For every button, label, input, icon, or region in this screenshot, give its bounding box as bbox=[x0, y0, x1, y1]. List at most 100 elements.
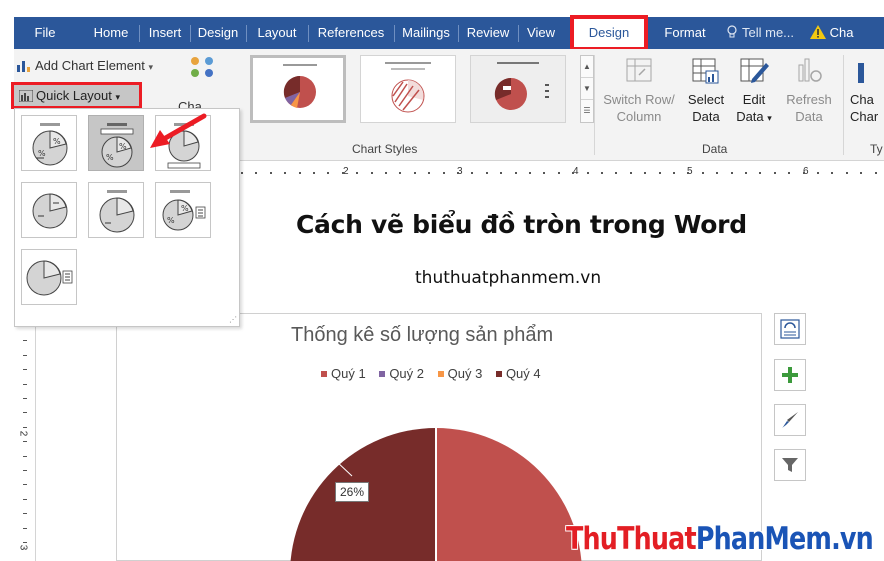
plus-icon bbox=[782, 367, 798, 383]
chart-elements-button[interactable] bbox=[774, 359, 806, 391]
select-data-label-2: Data bbox=[692, 109, 720, 124]
legend-label: Quý 3 bbox=[447, 366, 483, 381]
quick-layout-option-7[interactable] bbox=[21, 249, 77, 305]
ruler-tick bbox=[255, 172, 257, 174]
refresh-data-button[interactable]: Refresh Data bbox=[784, 55, 834, 125]
data-label-q4[interactable]: 26% bbox=[335, 482, 369, 502]
ruler-tick bbox=[313, 172, 315, 174]
pie-slice-q1[interactable] bbox=[436, 428, 582, 561]
ruler-tick bbox=[831, 172, 833, 174]
horizontal-ruler: 2 3 4 5 6 bbox=[236, 162, 884, 184]
gallery-down-icon[interactable]: ▼ bbox=[581, 78, 593, 100]
quick-layout-option-2[interactable]: % % bbox=[88, 115, 144, 171]
gallery-up-icon[interactable]: ▲ bbox=[581, 56, 593, 78]
legend-item: Quý 2 bbox=[379, 366, 424, 381]
tab-view[interactable]: View bbox=[523, 17, 559, 49]
ruler-tick bbox=[23, 441, 27, 442]
ribbon-tab-bar: File Home Insert Design Layout Reference… bbox=[14, 15, 884, 51]
edit-data-button[interactable]: Edit Data ▾ bbox=[736, 55, 772, 127]
quick-layout-option-4[interactable] bbox=[21, 182, 77, 238]
ruler-tick bbox=[759, 172, 761, 174]
red-arrow-annotation bbox=[150, 113, 207, 148]
tell-me-box[interactable]: Tell me... Cha bbox=[726, 17, 854, 49]
quick-layout-label: Quick Layout bbox=[36, 88, 112, 103]
ruler-tick bbox=[601, 172, 603, 174]
chart-style-thumbnail[interactable] bbox=[360, 55, 456, 123]
ruler-tick bbox=[23, 427, 27, 428]
layout-options-button[interactable] bbox=[774, 313, 806, 345]
tab-layout[interactable]: Layout bbox=[252, 17, 302, 49]
legend-item: Quý 3 bbox=[437, 366, 483, 381]
ruler-tick bbox=[23, 528, 27, 529]
watermark-part-1: ThuThuat bbox=[566, 521, 697, 557]
quick-layout-button[interactable]: Quick Layout ▾ bbox=[11, 82, 142, 109]
filter-icon bbox=[782, 458, 798, 472]
legend-label: Quý 2 bbox=[389, 366, 424, 381]
ruler-tick bbox=[471, 172, 473, 174]
tab-file[interactable]: File bbox=[28, 17, 62, 49]
tab-home[interactable]: Home bbox=[88, 17, 134, 49]
ruler-tick bbox=[23, 355, 27, 356]
tab-references[interactable]: References bbox=[313, 17, 389, 49]
quick-layout-icon bbox=[18, 89, 34, 103]
select-data-icon bbox=[692, 58, 719, 84]
ruler-tick bbox=[23, 398, 27, 399]
layout-1-icon: % % bbox=[32, 123, 68, 166]
ruler-tick bbox=[644, 172, 646, 174]
change-chart-type-icon bbox=[858, 63, 864, 83]
paintbrush-icon bbox=[782, 412, 798, 428]
tab-mailings[interactable]: Mailings bbox=[399, 17, 453, 49]
ruler-tick bbox=[788, 172, 790, 174]
gallery-more-icon[interactable]: ☰ bbox=[581, 100, 593, 122]
chart-style-thumbnail[interactable] bbox=[470, 55, 566, 123]
tab-format[interactable]: Format bbox=[654, 17, 716, 49]
document-subtitle: thuthuatphanmem.vn bbox=[415, 268, 602, 288]
select-data-label-1: Select bbox=[687, 92, 725, 107]
tab-chart-design[interactable]: Design bbox=[570, 15, 648, 51]
ruler-tick bbox=[731, 172, 733, 174]
change-colors-button[interactable] bbox=[184, 55, 230, 94]
watermark-part-3: .vn bbox=[831, 521, 874, 557]
ruler-tick bbox=[486, 172, 488, 174]
change-type-label-2: Char bbox=[850, 109, 879, 124]
change-chart-type-button[interactable]: Cha Char bbox=[850, 55, 884, 125]
ruler-tick bbox=[23, 470, 27, 471]
quick-layout-option-5[interactable] bbox=[88, 182, 144, 238]
chart-styles-button[interactable] bbox=[774, 404, 806, 436]
chevron-down-icon: ▾ bbox=[115, 92, 121, 102]
ruler-number: 2 bbox=[17, 430, 29, 437]
style-thumb-pie-icon bbox=[494, 62, 549, 110]
switch-row-column-button[interactable]: Switch Row/ Column bbox=[600, 55, 678, 125]
tab-review[interactable]: Review bbox=[463, 17, 513, 49]
select-data-button[interactable]: Select Data bbox=[684, 55, 728, 125]
ruler-tick bbox=[630, 172, 632, 174]
resize-grip-icon[interactable]: ⋰ bbox=[229, 315, 237, 324]
svg-text:%: % bbox=[119, 142, 127, 151]
quick-layout-option-6[interactable]: % % bbox=[155, 182, 211, 238]
ruler-tick bbox=[241, 172, 243, 174]
chart-style-thumbnail[interactable] bbox=[250, 55, 346, 123]
layout-5-icon bbox=[99, 190, 135, 233]
edit-data-label-1: Edit bbox=[742, 92, 766, 107]
ruler-tick bbox=[23, 412, 27, 413]
chart-filters-button[interactable] bbox=[774, 449, 806, 481]
ruler-tick bbox=[23, 340, 27, 341]
quick-layout-option-1[interactable]: % % bbox=[21, 115, 77, 171]
tab-separator bbox=[190, 25, 191, 42]
ruler-tick bbox=[270, 172, 272, 174]
tab-insert[interactable]: Insert bbox=[144, 17, 186, 49]
ruler-tick bbox=[860, 172, 862, 174]
share-label[interactable]: Cha bbox=[830, 25, 854, 40]
add-chart-element-button[interactable]: Add Chart Element ▾ bbox=[16, 57, 153, 75]
ruler-tick bbox=[515, 172, 517, 174]
ruler-tick bbox=[875, 172, 877, 174]
ruler-tick bbox=[428, 172, 430, 174]
chart-styles-gallery bbox=[250, 55, 580, 123]
layout-4-icon bbox=[32, 193, 68, 229]
legend-item: Quý 1 bbox=[321, 366, 366, 381]
tab-design[interactable]: Design bbox=[195, 17, 241, 49]
legend-swatch bbox=[437, 371, 444, 377]
chart-legend[interactable]: Quý 1 Quý 2 Quý 3 Quý 4 bbox=[321, 366, 551, 381]
gallery-scroll[interactable]: ▲ ▼ ☰ bbox=[580, 55, 594, 123]
chart-title[interactable]: Thống kê số lượng sản phẩm bbox=[291, 324, 553, 347]
